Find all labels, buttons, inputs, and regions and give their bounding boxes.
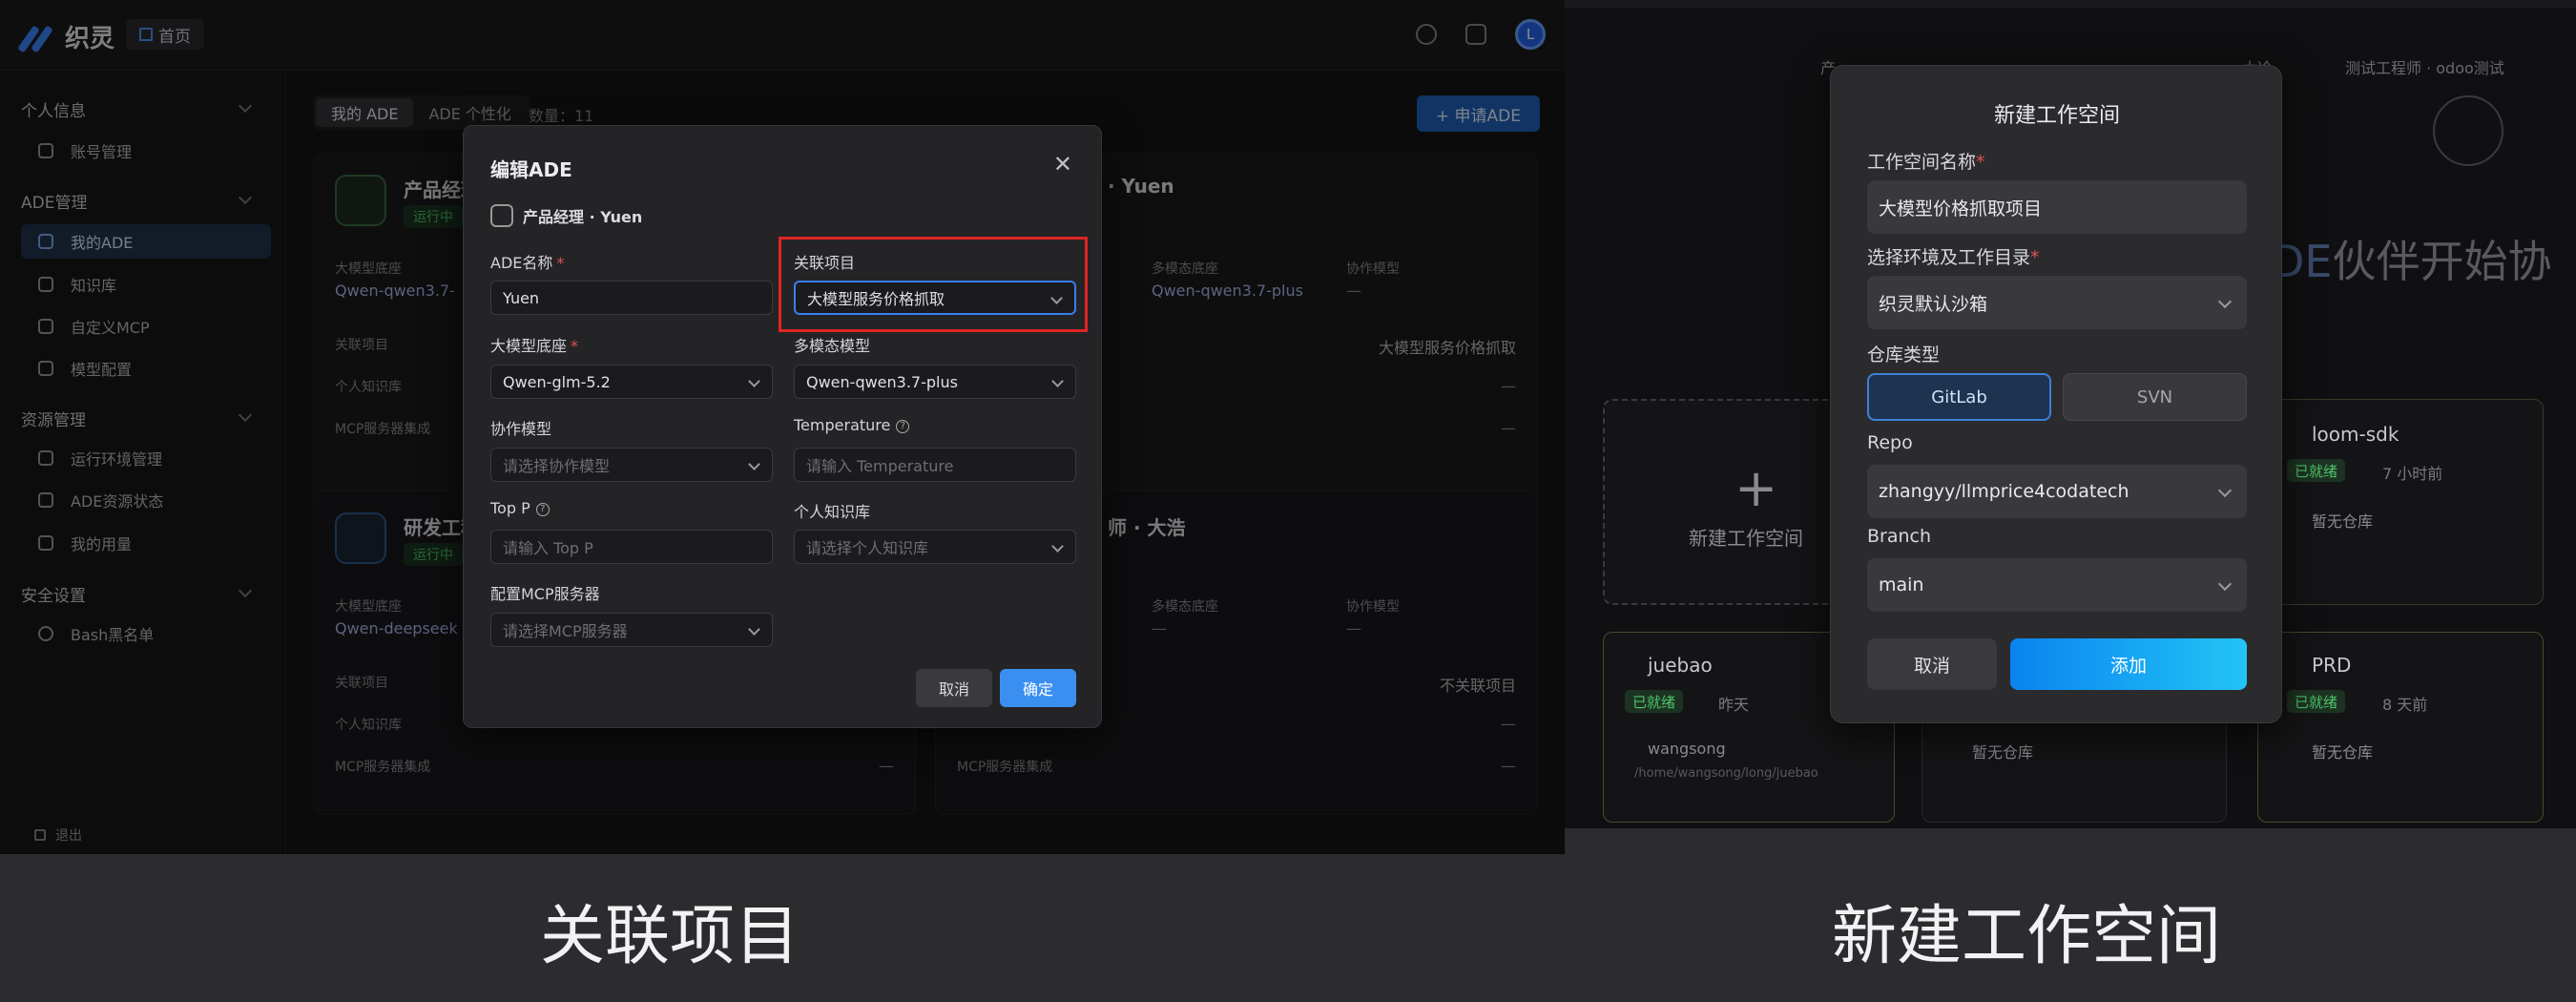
chevron-down-icon	[1051, 540, 1064, 553]
collab-label: 协作模型	[490, 420, 552, 438]
collab-select[interactable]: 请选择协作模型	[490, 448, 773, 482]
project-name: juebao	[1648, 654, 1713, 677]
repo-type-label: 仓库类型	[1867, 344, 1941, 365]
temperature-input[interactable]: 请输入 Temperature	[794, 448, 1076, 482]
cancel-button[interactable]: 取消	[1867, 638, 1997, 690]
confirm-button[interactable]: 确定	[1000, 669, 1076, 707]
base-model-select[interactable]: Qwen-glm-5.2	[490, 365, 773, 399]
ws-name-input[interactable]: 大模型价格抓取项目	[1867, 180, 2247, 234]
subtitle-text: 产品经理 · Yuen	[523, 208, 643, 226]
chevron-down-icon	[1051, 375, 1064, 387]
base-model-label: 大模型底座 *	[490, 337, 579, 355]
project-name: PRD	[2312, 654, 2352, 677]
modal-title: 编辑ADE	[490, 158, 572, 181]
cancel-button[interactable]: 取消	[916, 669, 992, 707]
repo-label: Repo	[1867, 432, 1913, 453]
multimodal-label: 多模态模型	[794, 337, 871, 355]
branch-label: Branch	[1867, 526, 1932, 547]
robot-icon	[490, 204, 513, 227]
chevron-down-icon	[2217, 294, 2233, 309]
temperature-label: Temperature?	[794, 416, 910, 434]
caption-left: 关联项目	[540, 899, 800, 974]
updated-time: 8 天前	[2382, 696, 2428, 714]
hero-text: DE伙伴开始协	[2271, 236, 2552, 287]
chevron-down-icon	[2217, 483, 2233, 498]
robot-icon	[2433, 95, 2503, 166]
multimodal-select[interactable]: Qwen-qwen3.7-plus	[794, 365, 1076, 399]
status-badge: 已就绪	[2287, 690, 2346, 713]
workspace-path: /home/wangsong/long/juebao	[1634, 766, 1818, 781]
kb-label: 个人知识库	[794, 503, 871, 521]
chevron-down-icon	[2217, 576, 2233, 592]
edit-ade-modal: 编辑ADE ✕ 产品经理 · Yuen ADE名称 * Yuen 关联项目 大模型…	[463, 125, 1102, 728]
new-workspace-label: 新建工作空间	[1689, 527, 1803, 550]
env-label: 选择环境及工作目录*	[1867, 247, 2040, 268]
project-card[interactable]: loom-sdk 已就绪 7 小时前 暂无仓库	[2257, 399, 2544, 605]
add-button[interactable]: 添加	[2010, 638, 2247, 690]
repo-status: 暂无仓库	[2312, 512, 2374, 531]
branch-select[interactable]: main	[1867, 558, 2247, 612]
ade-name-input[interactable]: Yuen	[490, 281, 773, 315]
status-badge: 已就绪	[2287, 459, 2346, 482]
repo-type-svn[interactable]: SVN	[2063, 373, 2247, 421]
caption-right: 新建工作空间	[1832, 899, 2222, 974]
status-badge: 已就绪	[1625, 690, 1684, 713]
close-icon[interactable]: ✕	[1053, 151, 1072, 177]
top-strip	[1565, 0, 2576, 8]
mcp-label: 配置MCP服务器	[490, 585, 600, 603]
project-card[interactable]: PRD 已就绪 8 天前 暂无仓库	[2257, 632, 2544, 823]
updated-time: 7 小时前	[2382, 465, 2443, 483]
chevron-down-icon	[748, 375, 760, 387]
top-p-label: Top P?	[490, 499, 550, 517]
help-icon[interactable]: ?	[535, 502, 550, 516]
user-name: wangsong	[1648, 740, 1726, 758]
repo-status: 暂无仓库	[2312, 743, 2374, 762]
project-label: 关联项目	[794, 254, 856, 272]
project-name: loom-sdk	[2312, 423, 2399, 446]
kb-select[interactable]: 请选择个人知识库	[794, 530, 1076, 564]
workspace-screen: 产 · 太冷 测试工程师 · odoo测试 DE伙伴开始协 + 新建工作空间 l…	[1565, 0, 2576, 828]
plus-icon: +	[1735, 458, 1778, 518]
chevron-down-icon	[748, 623, 760, 636]
env-select[interactable]: 织灵默认沙箱	[1867, 276, 2247, 329]
chevron-down-icon	[748, 458, 760, 470]
repo-status: 暂无仓库	[1972, 743, 2034, 762]
chevron-down-icon	[1050, 292, 1063, 304]
ade-management-screen: 织灵 首页 L 个人信息 账号管理 ADE管理 我的ADE 知识库 自定义MCP…	[0, 0, 1565, 854]
ws-name-label: 工作空间名称*	[1867, 152, 1985, 173]
new-workspace-dialog: 新建工作空间 工作空间名称* 大模型价格抓取项目 选择环境及工作目录* 织灵默认…	[1830, 65, 2282, 723]
mcp-select[interactable]: 请选择MCP服务器	[490, 613, 773, 647]
project-select[interactable]: 大模型服务价格抓取	[794, 281, 1076, 315]
repo-type-gitlab[interactable]: GitLab	[1867, 373, 2051, 421]
updated-time: 昨天	[1718, 696, 1750, 714]
help-icon[interactable]: ?	[896, 419, 910, 433]
chip-text: 测试工程师 · odoo测试	[2345, 59, 2504, 77]
top-p-input[interactable]: 请输入 Top P	[490, 530, 773, 564]
repo-select[interactable]: zhangyy/llmprice4codatech	[1867, 465, 2247, 518]
modal-subtitle: 产品经理 · Yuen	[490, 204, 642, 227]
ade-name-label: ADE名称 *	[490, 254, 565, 272]
dialog-title: 新建工作空间	[1993, 104, 2120, 128]
